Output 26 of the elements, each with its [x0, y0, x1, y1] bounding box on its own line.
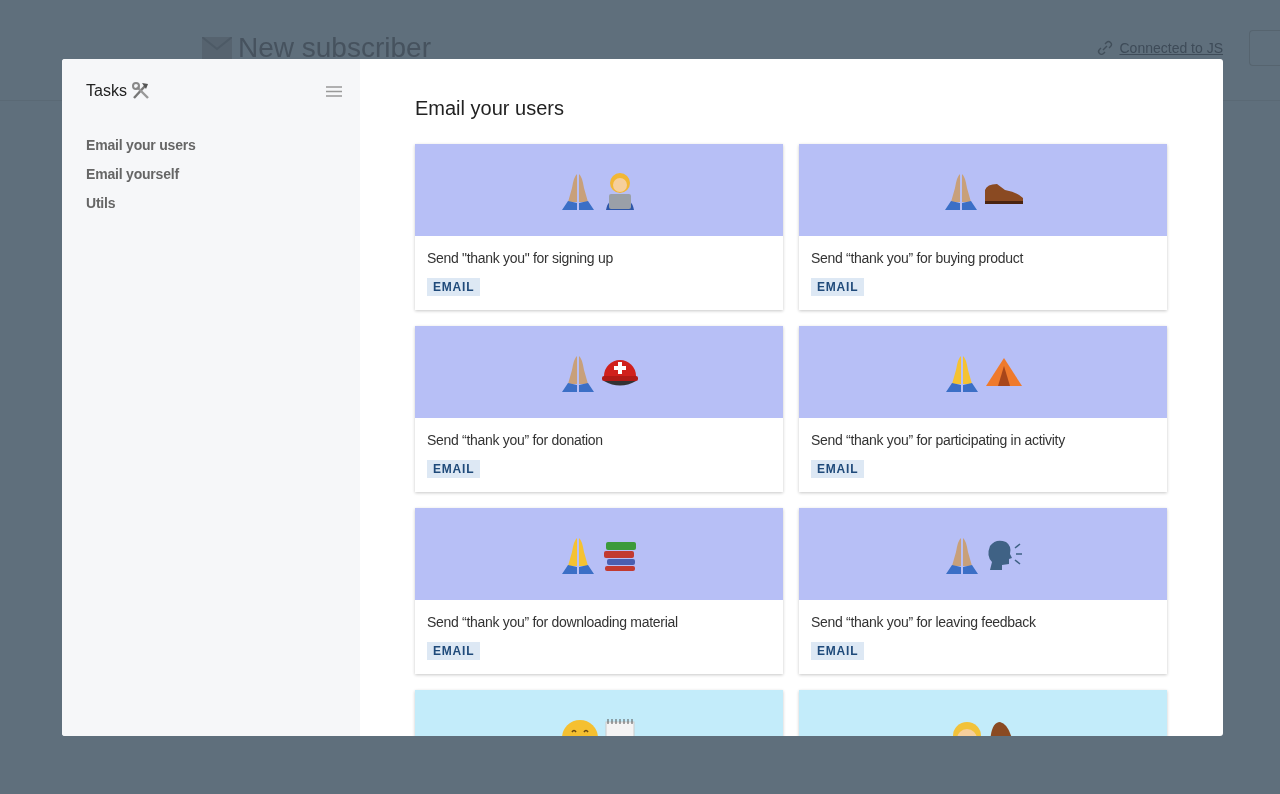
card-title: Send “thank you” for downloading material: [427, 614, 678, 630]
task-card[interactable]: Send “thank you” for buying product EMAIL: [799, 144, 1167, 310]
task-card[interactable]: Send “thank you” for participating in activity EMAIL: [799, 326, 1167, 492]
card-title: Send “thank you” for leaving feedback: [811, 614, 1036, 630]
section-heading: Email your users: [415, 97, 565, 120]
email-tag: EMAIL: [427, 642, 481, 660]
sidebar-item[interactable]: Email yourself: [86, 166, 342, 182]
card-title: Send “thank you” for donation: [427, 432, 603, 448]
sidebar-title: Tasks: [86, 82, 127, 100]
email-tag: EMAIL: [811, 642, 865, 660]
sidebar-item[interactable]: Email your users: [86, 137, 342, 153]
email-tag: EMAIL: [427, 278, 481, 296]
card-title: Send "thank you" for signing up: [427, 250, 613, 266]
sidebar-item[interactable]: Utils: [86, 195, 342, 211]
email-tag: EMAIL: [811, 278, 865, 296]
email-tag: EMAIL: [427, 460, 481, 478]
task-card[interactable]: Send “thank you” for donation EMAIL: [415, 326, 783, 492]
envelope-icon: [202, 37, 232, 59]
task-card[interactable]: Send “thank you” for downloading material EMAIL: [415, 508, 783, 674]
email-tag: EMAIL: [811, 460, 865, 478]
card-title: Send “thank you” for buying product: [811, 250, 1024, 266]
menu-icon[interactable]: [326, 85, 342, 97]
link-icon: [1097, 40, 1114, 56]
task-card[interactable]: Send “thank you” for leaving feedback EMAIL: [799, 508, 1167, 674]
card-title: Send “thank you” for participating in activity: [811, 432, 1065, 448]
task-card[interactable]: Send "thank you" for signing up EMAIL: [415, 144, 783, 310]
